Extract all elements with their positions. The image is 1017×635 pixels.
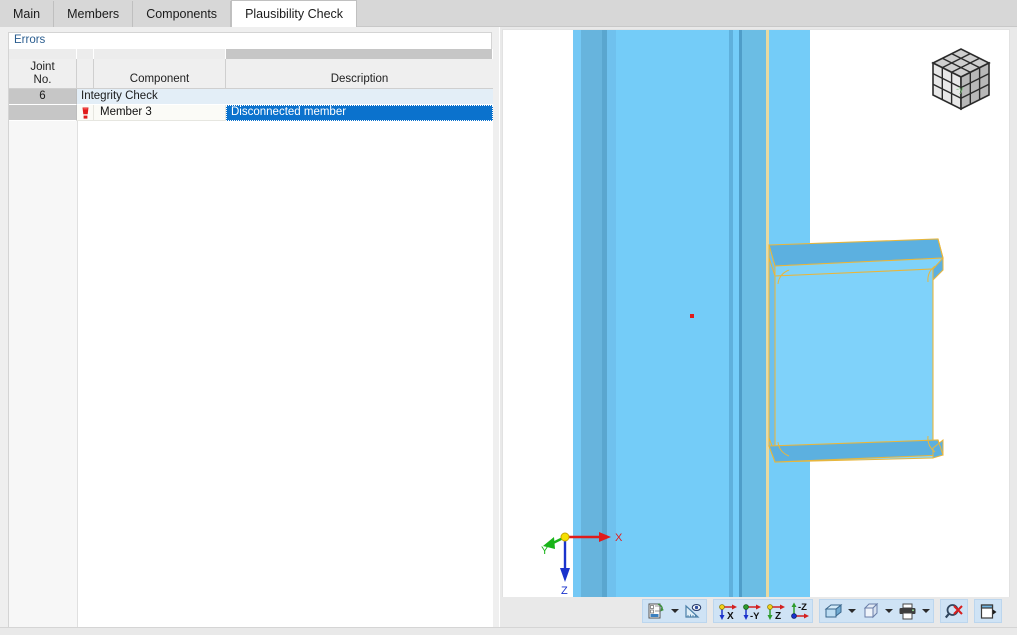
group-band-joint bbox=[9, 49, 77, 59]
column-header-joint-no-line1: Joint bbox=[30, 60, 55, 73]
column-header-joint-no[interactable]: Joint No. bbox=[9, 59, 77, 89]
svg-text:X: X bbox=[727, 611, 734, 621]
table-header-row: Joint No. Component Description bbox=[9, 59, 493, 89]
axis-label-y: Y bbox=[541, 545, 549, 557]
axis-label-x: X bbox=[615, 532, 623, 544]
tab-bar: Main Members Components Plausibility Che… bbox=[0, 0, 1017, 27]
axis-label-z: Z bbox=[561, 585, 568, 594]
group-band-component bbox=[94, 49, 226, 59]
model-canvas[interactable]: -y X Y Z bbox=[502, 29, 1010, 623]
svg-text:-Y: -Y bbox=[750, 611, 760, 621]
errors-panel-title: Errors bbox=[14, 34, 46, 46]
toolbar-group-view-directions: X -Y Z -Z bbox=[713, 599, 813, 623]
viewport-toolbar: X -Y Z -Z bbox=[500, 597, 1017, 625]
errors-panel-header: Errors bbox=[8, 32, 492, 49]
zoom-reset-icon[interactable] bbox=[942, 600, 966, 622]
cell-description[interactable]: Disconnected member bbox=[226, 105, 493, 121]
tab-members[interactable]: Members bbox=[54, 1, 134, 27]
model-viewport[interactable]: -y X Y Z bbox=[500, 27, 1017, 635]
column-header-component[interactable]: Component bbox=[94, 59, 226, 89]
render-mode-solid-icon[interactable] bbox=[821, 600, 845, 622]
render-mode-solid-dropdown-icon[interactable] bbox=[845, 600, 858, 622]
group-band-icon bbox=[77, 49, 94, 59]
measure-icon[interactable] bbox=[681, 600, 705, 622]
joint-marker bbox=[690, 314, 694, 318]
viewport-toolbar-buttons: X -Y Z -Z bbox=[642, 598, 1008, 624]
print-icon[interactable] bbox=[895, 600, 919, 622]
cell-group-label: Integrity Check bbox=[77, 89, 493, 105]
tab-main[interactable]: Main bbox=[0, 1, 55, 27]
cell-component: Member 3 bbox=[94, 105, 226, 121]
view-cube-face-label: -y bbox=[956, 84, 964, 94]
view-direction-neg-z-icon[interactable]: -Z bbox=[787, 600, 811, 622]
table-empty-body bbox=[78, 121, 493, 629]
toolbar-group-render-print bbox=[819, 599, 934, 623]
window-footer bbox=[0, 627, 1017, 635]
column-header-description[interactable]: Description bbox=[226, 59, 493, 89]
cell-joint-no: 6 bbox=[9, 89, 77, 105]
svg-text:Z: Z bbox=[775, 611, 781, 621]
group-band-description bbox=[226, 49, 493, 59]
view-direction-x-icon[interactable]: X bbox=[715, 600, 739, 622]
cell-joint-no bbox=[9, 105, 77, 121]
tab-components[interactable]: Components bbox=[133, 1, 232, 27]
view-cube[interactable]: -y bbox=[925, 43, 997, 115]
render-mode-wireframe-icon[interactable] bbox=[858, 600, 882, 622]
view-direction-neg-y-icon[interactable]: -Y bbox=[739, 600, 763, 622]
svg-text:-Z: -Z bbox=[798, 602, 807, 613]
view-direction-z-icon[interactable]: Z bbox=[763, 600, 787, 622]
toolbar-group-display bbox=[642, 599, 707, 623]
errors-table: Joint No. Component Description 6 Integr… bbox=[8, 49, 493, 630]
print-dropdown-icon[interactable] bbox=[919, 600, 932, 622]
column-header-joint-no-line2: No. bbox=[33, 73, 52, 86]
tab-plausibility-check[interactable]: Plausibility Check bbox=[231, 0, 358, 27]
table-row[interactable]: 6 Integrity Check bbox=[9, 89, 493, 105]
errors-panel: Errors Joint No. Component Description 6… bbox=[0, 27, 499, 635]
column-group-band bbox=[9, 49, 493, 59]
toolbar-group-zoom bbox=[940, 599, 968, 623]
render-settings-dropdown-icon[interactable] bbox=[668, 600, 681, 622]
table-empty-joint-column bbox=[9, 121, 78, 629]
error-exclamation-icon bbox=[82, 107, 89, 119]
table-empty-area bbox=[9, 121, 493, 629]
render-settings-icon[interactable] bbox=[644, 600, 668, 622]
panel-expand-icon[interactable] bbox=[976, 600, 1000, 622]
tab-strip: Main Members Components Plausibility Che… bbox=[0, 0, 1017, 27]
cell-status-icon bbox=[77, 105, 94, 121]
column-header-icon[interactable] bbox=[77, 59, 94, 89]
table-row[interactable]: Member 3 Disconnected member bbox=[9, 105, 493, 121]
render-mode-wireframe-dropdown-icon[interactable] bbox=[882, 600, 895, 622]
toolbar-group-panel bbox=[974, 599, 1002, 623]
table-body: 6 Integrity Check Member 3 Disconnected … bbox=[9, 89, 493, 629]
axis-triad: X Y Z bbox=[541, 532, 623, 594]
